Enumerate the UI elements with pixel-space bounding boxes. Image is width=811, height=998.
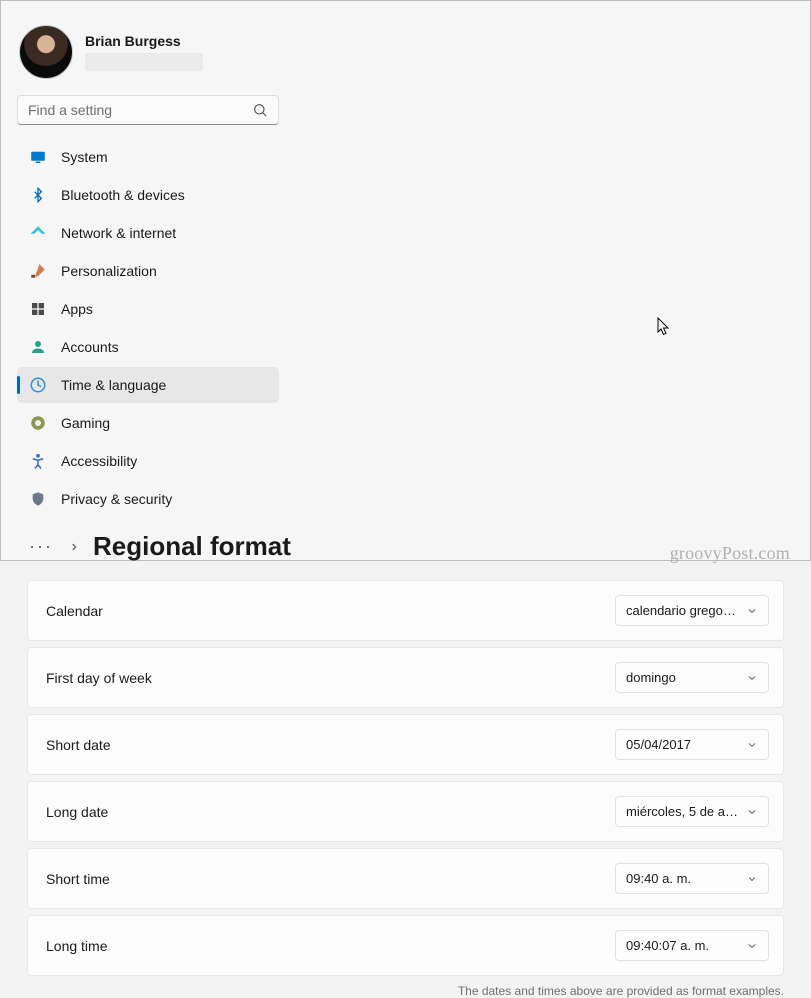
footnote: The dates and times above are provided a… bbox=[27, 976, 788, 998]
dropdown-value: 09:40 a. m. bbox=[626, 871, 738, 886]
sidebar-item-label: Apps bbox=[61, 301, 93, 317]
content-area: ··· Regional format groovyPost.com Calen… bbox=[1, 517, 810, 998]
brush-icon bbox=[29, 262, 47, 280]
search-box[interactable] bbox=[17, 95, 279, 125]
sidebar-item-label: Accessibility bbox=[61, 453, 137, 469]
setting-label: Short date bbox=[46, 737, 111, 753]
sidebar-item-label: Accounts bbox=[61, 339, 119, 355]
mouse-cursor-icon bbox=[657, 317, 671, 337]
gaming-icon bbox=[29, 414, 47, 432]
user-email-masked bbox=[85, 53, 203, 71]
sidebar-item-label: Privacy & security bbox=[61, 491, 172, 507]
short-date-dropdown[interactable]: 05/04/2017 bbox=[615, 729, 769, 760]
calendar-dropdown[interactable]: calendario gregoriano bbox=[615, 595, 769, 626]
dropdown-value: domingo bbox=[626, 670, 738, 685]
setting-first-day: First day of week domingo bbox=[27, 647, 784, 708]
sidebar-item-personalization[interactable]: Personalization bbox=[17, 253, 279, 289]
setting-long-date: Long date miércoles, 5 de abril de bbox=[27, 781, 784, 842]
chevron-down-icon bbox=[746, 940, 758, 952]
dropdown-value: calendario gregoriano bbox=[626, 603, 738, 618]
long-time-dropdown[interactable]: 09:40:07 a. m. bbox=[615, 930, 769, 961]
chevron-down-icon bbox=[746, 873, 758, 885]
sidebar-item-gaming[interactable]: Gaming bbox=[17, 405, 279, 441]
bluetooth-icon bbox=[29, 186, 47, 204]
accessibility-icon bbox=[29, 452, 47, 470]
sidebar-item-apps[interactable]: Apps bbox=[17, 291, 279, 327]
setting-label: Long date bbox=[46, 804, 108, 820]
clock-globe-icon bbox=[29, 376, 47, 394]
dropdown-value: miércoles, 5 de abril de bbox=[626, 804, 738, 819]
page-title: Regional format bbox=[93, 531, 291, 562]
chevron-down-icon bbox=[746, 605, 758, 617]
wifi-icon bbox=[29, 224, 47, 242]
user-profile[interactable]: Brian Burgess bbox=[15, 19, 281, 95]
setting-label: Short time bbox=[46, 871, 110, 887]
setting-label: First day of week bbox=[46, 670, 152, 686]
chevron-down-icon bbox=[746, 672, 758, 684]
setting-label: Long time bbox=[46, 938, 107, 954]
short-time-dropdown[interactable]: 09:40 a. m. bbox=[615, 863, 769, 894]
sidebar-item-system[interactable]: System bbox=[17, 139, 279, 175]
user-name: Brian Burgess bbox=[85, 33, 203, 49]
sidebar-item-label: System bbox=[61, 149, 108, 165]
chevron-right-icon bbox=[69, 539, 79, 555]
apps-icon bbox=[29, 300, 47, 318]
setting-long-time: Long time 09:40:07 a. m. bbox=[27, 915, 784, 976]
sidebar-item-label: Time & language bbox=[61, 377, 166, 393]
sidebar-item-label: Gaming bbox=[61, 415, 110, 431]
search-icon bbox=[252, 102, 268, 118]
chevron-down-icon bbox=[746, 806, 758, 818]
sidebar-item-privacy[interactable]: Privacy & security bbox=[17, 481, 279, 517]
sidebar-item-label: Personalization bbox=[61, 263, 157, 279]
sidebar-item-network[interactable]: Network & internet bbox=[17, 215, 279, 251]
avatar bbox=[19, 25, 73, 79]
setting-short-date: Short date 05/04/2017 bbox=[27, 714, 784, 775]
chevron-down-icon bbox=[746, 739, 758, 751]
sidebar-item-accessibility[interactable]: Accessibility bbox=[17, 443, 279, 479]
setting-calendar: Calendar calendario gregoriano bbox=[27, 580, 784, 641]
display-icon bbox=[29, 148, 47, 166]
sidebar-item-accounts[interactable]: Accounts bbox=[17, 329, 279, 365]
dropdown-value: 05/04/2017 bbox=[626, 737, 738, 752]
setting-label: Calendar bbox=[46, 603, 103, 619]
sidebar-nav: System Bluetooth & devices Network & int… bbox=[15, 139, 281, 517]
breadcrumb-more-button[interactable]: ··· bbox=[27, 536, 55, 557]
dropdown-value: 09:40:07 a. m. bbox=[626, 938, 738, 953]
first-day-dropdown[interactable]: domingo bbox=[615, 662, 769, 693]
sidebar-item-time-language[interactable]: Time & language bbox=[17, 367, 279, 403]
sidebar-item-bluetooth[interactable]: Bluetooth & devices bbox=[17, 177, 279, 213]
settings-list: Calendar calendario gregoriano First day… bbox=[27, 580, 788, 976]
setting-short-time: Short time 09:40 a. m. bbox=[27, 848, 784, 909]
settings-window: Brian Burgess System Bluetooth & devices bbox=[0, 0, 811, 561]
sidebar: Brian Burgess System Bluetooth & devices bbox=[1, 1, 291, 517]
sidebar-item-label: Network & internet bbox=[61, 225, 176, 241]
shield-icon bbox=[29, 490, 47, 508]
long-date-dropdown[interactable]: miércoles, 5 de abril de bbox=[615, 796, 769, 827]
search-input[interactable] bbox=[28, 102, 252, 118]
person-icon bbox=[29, 338, 47, 356]
sidebar-item-label: Bluetooth & devices bbox=[61, 187, 185, 203]
